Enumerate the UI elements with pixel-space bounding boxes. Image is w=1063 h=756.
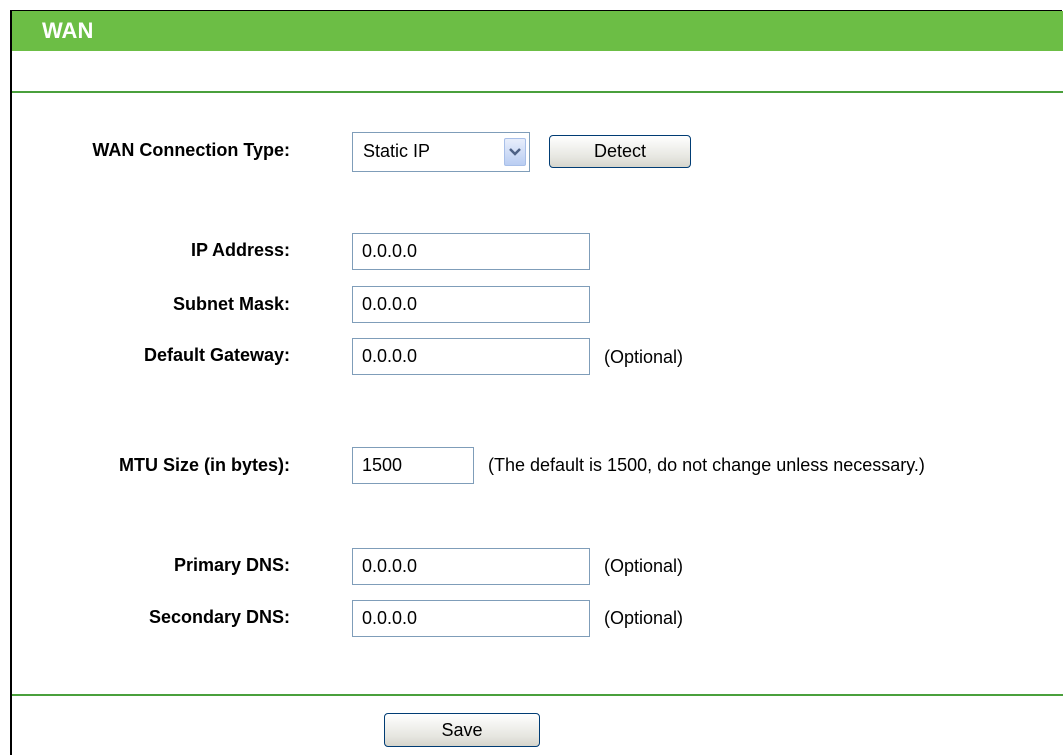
default-gateway-optional-note: (Optional) — [604, 347, 684, 367]
subnet-mask-input[interactable] — [352, 286, 590, 323]
connection-type-value: Static IP — [363, 141, 431, 161]
primary-dns-optional-note: (Optional) — [604, 556, 684, 576]
mtu-size-label: MTU Size (in bytes): — [118, 455, 290, 475]
subnet-mask-label: Subnet Mask: — [172, 294, 290, 314]
secondary-dns-input[interactable] — [352, 600, 590, 637]
chevron-down-icon[interactable] — [504, 138, 526, 166]
primary-dns-input[interactable] — [352, 548, 590, 585]
ip-address-input[interactable] — [352, 233, 590, 270]
section-header: WAN — [12, 11, 1063, 51]
secondary-dns-optional-note: (Optional) — [604, 608, 684, 628]
default-gateway-input[interactable] — [352, 338, 590, 375]
save-button[interactable]: Save — [384, 713, 540, 747]
bottom-divider — [12, 694, 1063, 696]
page-frame — [10, 10, 1062, 755]
top-divider — [12, 91, 1063, 93]
primary-dns-label: Primary DNS: — [173, 555, 290, 575]
secondary-dns-label: Secondary DNS: — [148, 607, 290, 627]
detect-button[interactable]: Detect — [549, 135, 691, 168]
mtu-size-input[interactable] — [352, 447, 474, 484]
connection-type-select[interactable]: Static IP — [352, 132, 530, 172]
connection-type-label: WAN Connection Type: — [92, 140, 290, 160]
mtu-size-note: (The default is 1500, do not change unle… — [488, 455, 925, 475]
page-title: WAN — [42, 18, 94, 43]
ip-address-label: IP Address: — [190, 240, 290, 260]
default-gateway-label: Default Gateway: — [143, 345, 290, 365]
